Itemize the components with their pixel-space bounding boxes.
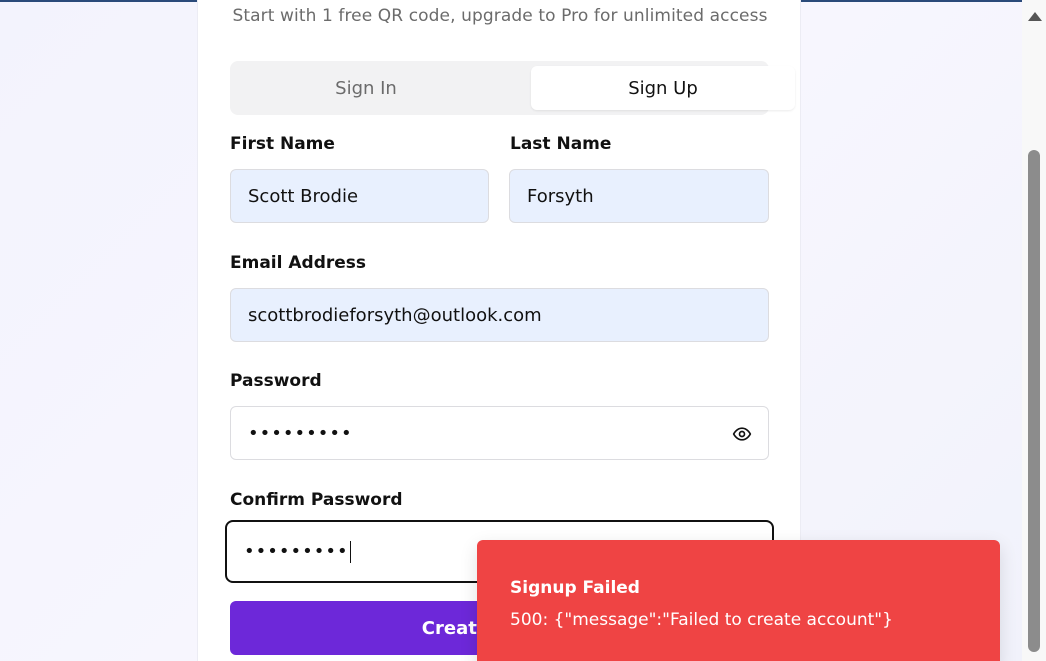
scrollbar-thumb[interactable]: [1028, 150, 1040, 652]
email-field[interactable]: scottbrodieforsyth@outlook.com: [230, 288, 769, 342]
email-label: Email Address: [230, 253, 367, 273]
first-name-field[interactable]: Scott Brodie: [230, 169, 489, 223]
password-value: •••••••••: [248, 422, 353, 444]
password-label: Password: [230, 371, 322, 391]
vertical-scrollbar[interactable]: [1022, 0, 1046, 661]
confirm-password-value: •••••••••: [244, 541, 349, 562]
last-name-label: Last Name: [510, 134, 612, 154]
tab-sign-in[interactable]: Sign In: [234, 66, 498, 110]
last-name-field[interactable]: Forsyth: [509, 169, 769, 223]
scroll-up-arrow-icon[interactable]: [1028, 12, 1042, 21]
eye-icon[interactable]: [732, 424, 752, 444]
tab-sign-up[interactable]: Sign Up: [531, 66, 795, 110]
first-name-label: First Name: [230, 134, 335, 154]
last-name-value: Forsyth: [527, 185, 594, 207]
auth-tabs: Sign In Sign Up: [230, 61, 795, 115]
email-value: scottbrodieforsyth@outlook.com: [248, 304, 542, 326]
toast-title: Signup Failed: [510, 578, 640, 598]
text-caret: [349, 540, 352, 563]
confirm-password-label: Confirm Password: [230, 490, 403, 510]
error-toast[interactable]: Signup Failed 500: {"message":"Failed to…: [477, 540, 1000, 661]
password-field[interactable]: •••••••••: [230, 406, 769, 460]
page-subtitle: Start with 1 free QR code, upgrade to Pr…: [232, 6, 768, 26]
toast-message: 500: {"message":"Failed to create accoun…: [510, 610, 893, 630]
first-name-value: Scott Brodie: [248, 185, 359, 207]
